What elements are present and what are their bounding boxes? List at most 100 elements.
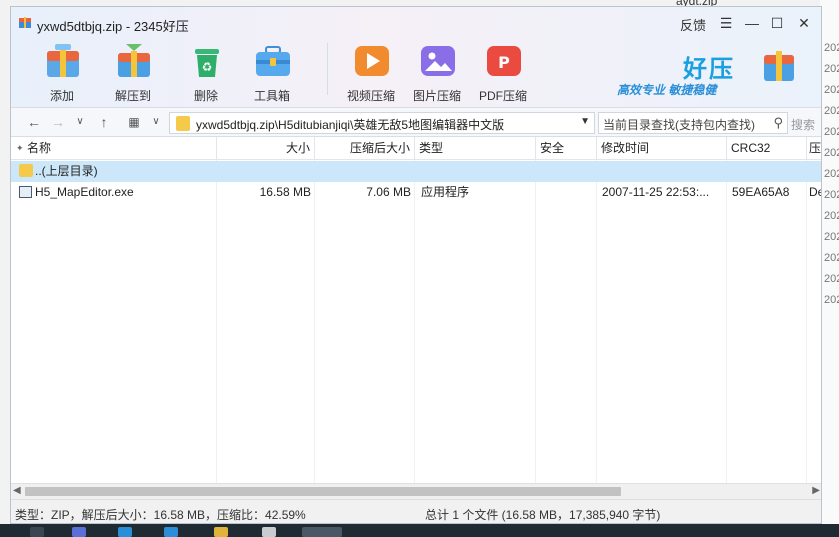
- column-divider: [216, 160, 217, 483]
- add-button[interactable]: 添加: [32, 37, 92, 105]
- column-type[interactable]: 类型: [415, 137, 536, 160]
- taskbar-app-icon[interactable]: [262, 527, 276, 537]
- delete-button[interactable]: ♻ 删除: [176, 37, 236, 105]
- forward-arrow-icon[interactable]: →: [49, 113, 67, 131]
- image-compress-button[interactable]: 图片压缩: [407, 37, 467, 105]
- bg-label: 202: [824, 105, 839, 117]
- taskbar-app-icon[interactable]: [72, 527, 86, 537]
- column-name[interactable]: ✦ 名称: [11, 137, 217, 160]
- brand-slogan: 高效专业 敏捷稳健: [617, 83, 717, 97]
- minimize-icon[interactable]: —: [742, 13, 762, 33]
- recycle-bin-icon: ♻: [195, 49, 219, 77]
- scroll-right-icon[interactable]: ▶: [812, 485, 820, 496]
- taskbar-app-icon[interactable]: [214, 527, 228, 537]
- window-title: yxwd5dtbjq.zip - 2345好压: [37, 19, 189, 34]
- bg-label: 202: [824, 231, 839, 243]
- svg-text:♻: ♻: [202, 60, 213, 74]
- column-crc32[interactable]: CRC32: [727, 137, 807, 160]
- view-dropdown-icon[interactable]: ∨: [147, 113, 165, 131]
- menu-icon[interactable]: ☰: [716, 13, 736, 33]
- taskbar-app-icon[interactable]: [118, 527, 132, 537]
- up-arrow-icon[interactable]: ↑: [95, 113, 113, 131]
- row-packed-size: 7.06 MB: [366, 185, 411, 199]
- executable-icon: [19, 186, 32, 198]
- brand-name: 好压: [683, 56, 735, 83]
- archive-window: yxwd5dtbjq.zip - 2345好压 反馈 ☰ — ☐ ✕ 添加 解压…: [10, 6, 822, 524]
- bg-label: 202: [824, 84, 839, 96]
- pdf-compress-button[interactable]: P PDF压缩: [473, 37, 533, 105]
- search-input[interactable]: 当前目录查找(支持包内查找) ⚲: [598, 112, 788, 134]
- bg-label: 202: [824, 294, 839, 306]
- tool-label: 图片压缩: [412, 89, 461, 103]
- brand-box-icon: [764, 51, 794, 81]
- taskbar-app-icon[interactable]: [30, 527, 44, 537]
- feedback-link[interactable]: 反馈: [680, 15, 706, 34]
- bg-label: 202: [824, 42, 839, 54]
- column-header: ✦ 名称 大小 压缩后大小 类型 安全 修改时间 CRC32 压缩: [11, 137, 821, 160]
- toolbox-button[interactable]: 工具箱: [242, 37, 302, 105]
- bg-label: 202: [824, 210, 839, 222]
- taskbar-app-icon[interactable]: [164, 527, 178, 537]
- column-modified[interactable]: 修改时间: [597, 137, 727, 160]
- tool-label: 删除: [193, 89, 218, 103]
- tool-label: 添加: [49, 89, 74, 103]
- status-bar: 类型：ZIP，解压后大小：16.58 MB，压缩比：42.59% 总计 1 个文…: [11, 499, 821, 523]
- path-dropdown-icon[interactable]: ▼: [580, 116, 590, 127]
- search-placeholder: 当前目录查找(支持包内查找): [603, 118, 755, 132]
- row-name: ..(上层目录): [15, 161, 215, 182]
- extract-box-icon: [118, 44, 150, 77]
- column-method[interactable]: 压缩: [807, 137, 821, 160]
- tool-label: 工具箱: [253, 89, 290, 103]
- parent-directory-row[interactable]: ..(上层目录): [11, 161, 821, 182]
- extract-to-button[interactable]: 解压到: [103, 37, 163, 105]
- view-mode-icon[interactable]: ▦: [125, 113, 143, 131]
- haozip-app-icon: [19, 17, 31, 28]
- search-icon[interactable]: ⚲: [773, 115, 783, 131]
- taskbar-active-app[interactable]: [302, 527, 342, 537]
- bg-label: 202: [824, 126, 839, 138]
- row-method: De: [809, 185, 821, 199]
- row-type: 应用程序: [421, 185, 470, 199]
- path-text: yxwd5dtbjq.zip\H5ditubianjiqi\英雄无敌5地图编辑器…: [196, 118, 505, 132]
- scroll-thumb[interactable]: [25, 487, 621, 496]
- video-compress-icon: [355, 46, 389, 76]
- search-button[interactable]: 搜索: [791, 116, 815, 133]
- column-security[interactable]: 安全: [536, 137, 597, 160]
- folder-icon: [19, 164, 33, 177]
- column-label: 压缩后大小: [349, 141, 410, 155]
- add-box-icon: [47, 44, 79, 77]
- column-label: 名称: [27, 141, 52, 155]
- toolbox-icon: [256, 46, 290, 76]
- column-label: CRC32: [731, 141, 771, 155]
- column-divider: [596, 160, 597, 483]
- column-divider: [806, 160, 807, 483]
- file-list: ✦ 名称 大小 压缩后大小 类型 安全 修改时间 CRC32 压缩 ..(上层目…: [11, 137, 821, 483]
- table-row[interactable]: H5_MapEditor.exe 16.58 MB 7.06 MB 应用程序 2…: [11, 182, 821, 203]
- column-label: 修改时间: [601, 141, 650, 155]
- bg-label: 202: [824, 189, 839, 201]
- column-packed-size[interactable]: 压缩后大小: [315, 137, 415, 160]
- scroll-left-icon[interactable]: ◀: [13, 485, 21, 496]
- history-dropdown-icon[interactable]: ∨: [71, 113, 89, 131]
- column-label: 大小: [285, 141, 310, 155]
- back-arrow-icon[interactable]: ←: [25, 113, 43, 131]
- bg-label: 202: [824, 147, 839, 159]
- close-icon[interactable]: ✕: [794, 13, 814, 33]
- folder-icon: [176, 116, 190, 131]
- background-window-edge: 202 202 202 202 202 202 202 202 202 202 …: [820, 0, 839, 537]
- bg-label: 202: [824, 252, 839, 264]
- column-size[interactable]: 大小: [217, 137, 315, 160]
- tool-label: 视频压缩: [346, 89, 395, 103]
- video-compress-button[interactable]: 视频压缩: [341, 37, 401, 105]
- bg-label: 202: [824, 63, 839, 75]
- bg-label: 202: [824, 168, 839, 180]
- horizontal-scrollbar[interactable]: ◀ ▶: [11, 483, 821, 499]
- maximize-icon[interactable]: ☐: [767, 13, 787, 33]
- row-security: [538, 182, 596, 203]
- tool-label: 解压到: [114, 89, 151, 103]
- column-divider: [314, 160, 315, 483]
- column-label: 安全: [540, 141, 565, 155]
- column-label: 类型: [419, 141, 444, 155]
- row-crc32: 59EA65A8: [732, 185, 790, 199]
- path-field[interactable]: yxwd5dtbjq.zip\H5ditubianjiqi\英雄无敌5地图编辑器…: [169, 112, 595, 134]
